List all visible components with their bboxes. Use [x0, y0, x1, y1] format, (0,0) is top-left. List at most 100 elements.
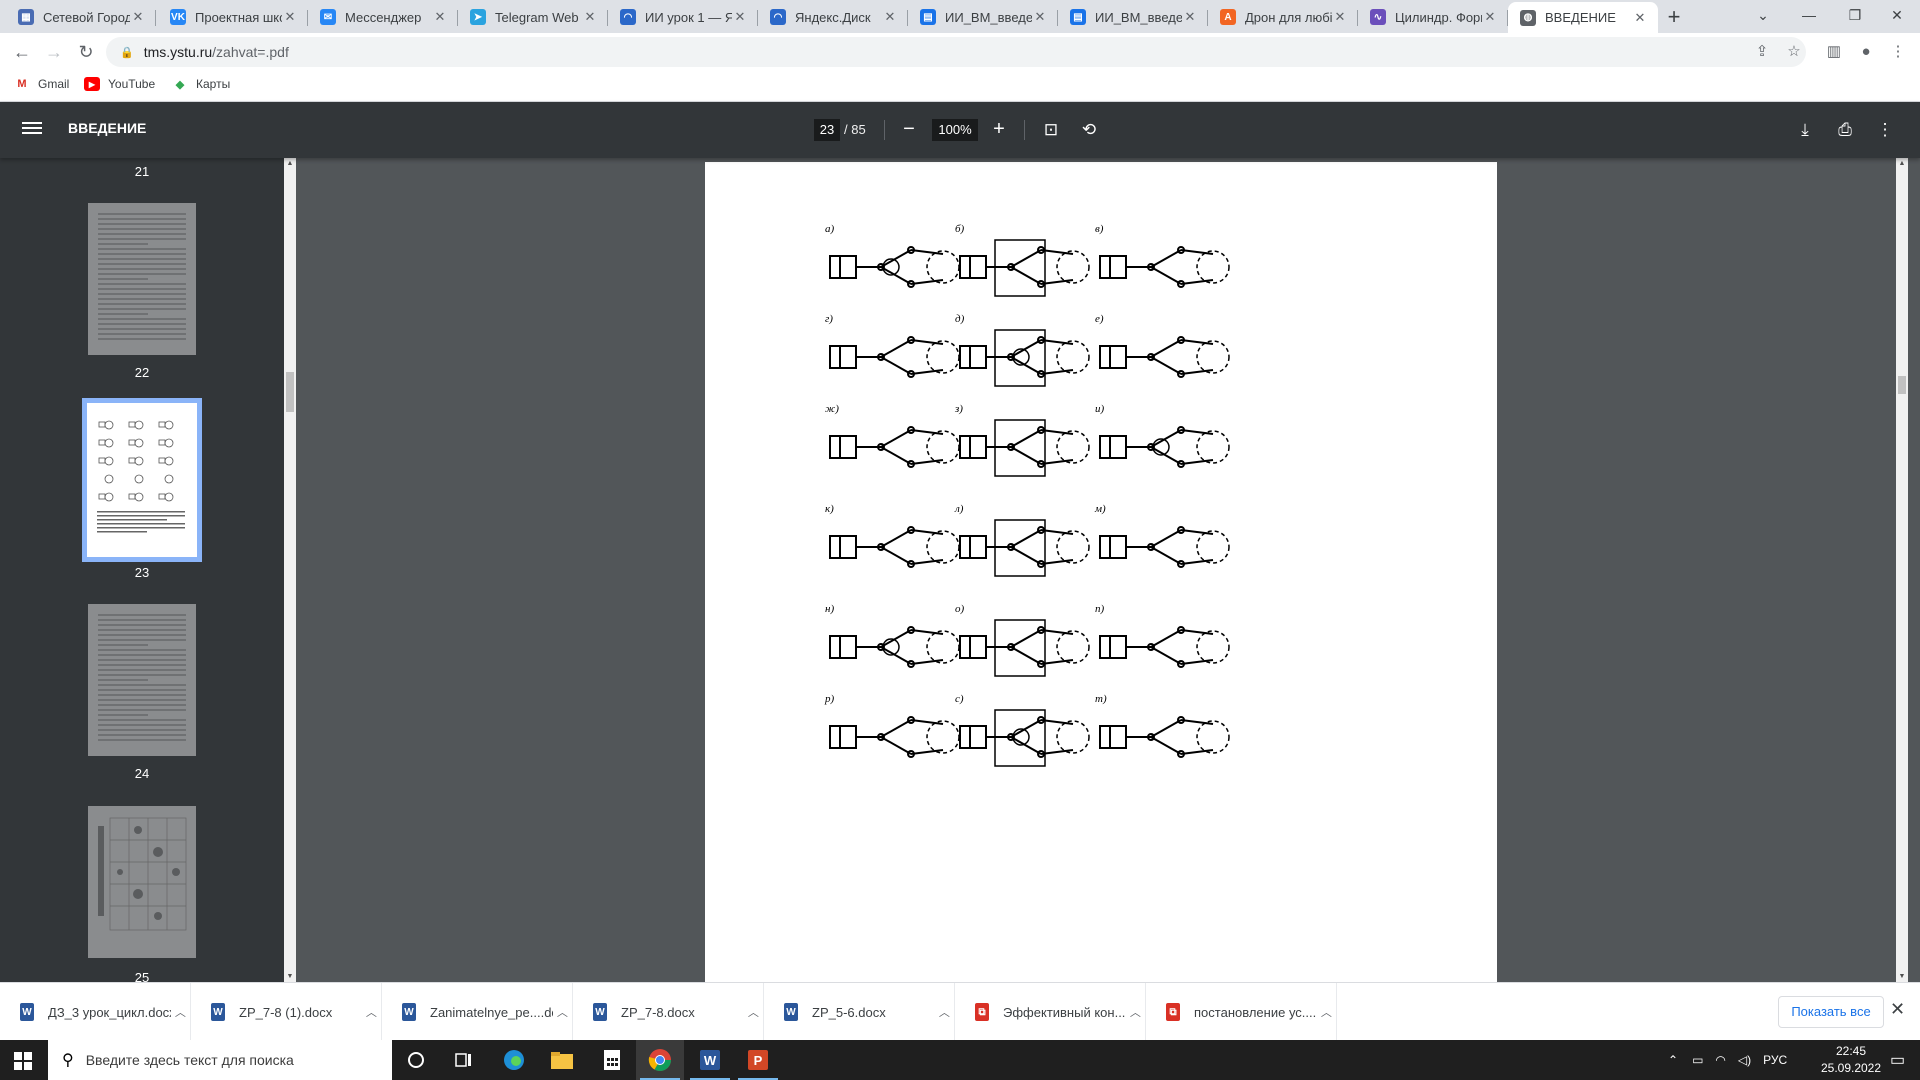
- download-item[interactable]: W ZP_5-6.docx ︿: [764, 983, 955, 1041]
- tab-9[interactable]: A Дрон для любі ✕: [1208, 2, 1358, 32]
- volume-icon[interactable]: ◁): [1738, 1053, 1751, 1067]
- rotate-icon[interactable]: ⟲: [1076, 117, 1102, 143]
- scroll-down-icon[interactable]: ▼: [1896, 973, 1908, 980]
- bookmark-maps[interactable]: ◆ Карты: [172, 77, 230, 91]
- close-icon[interactable]: ✕: [1890, 999, 1905, 1020]
- side-panel-icon[interactable]: ▥: [1820, 38, 1848, 66]
- tab-close-icon[interactable]: ✕: [882, 9, 898, 25]
- bookmark-youtube[interactable]: ▶ YouTube: [84, 77, 155, 91]
- tab-close-icon[interactable]: ✕: [282, 9, 298, 25]
- tab-6[interactable]: ◠ Яндекс.Диск ✕: [758, 2, 908, 32]
- chevron-up-icon[interactable]: ︿: [1317, 1004, 1336, 1020]
- tab-4[interactable]: ➤ Telegram Web ✕: [458, 2, 608, 32]
- chevron-up-icon[interactable]: ︿: [935, 1004, 954, 1020]
- tab-close-icon[interactable]: ✕: [1482, 9, 1498, 25]
- gripper-schemes-figure: а) б) в) г) д) е) ж) з) и) к) л) м) н) о) п) р) с) т): [824, 223, 1230, 767]
- thumbnail-page-23[interactable]: [82, 398, 202, 562]
- thumbnail-page-25[interactable]: [88, 806, 196, 958]
- download-item[interactable]: W Zanimatelnye_pe....docx︿: [382, 983, 573, 1041]
- reload-button[interactable]: ↻: [72, 38, 100, 66]
- battery-icon[interactable]: ▭: [1692, 1053, 1703, 1067]
- windows-start-icon[interactable]: [14, 1052, 32, 1070]
- tab-10[interactable]: ∿ Цилиндр. Форм ✕: [1358, 2, 1508, 32]
- tab-title: Дрон для любі: [1245, 9, 1332, 25]
- new-tab-button[interactable]: +: [1660, 4, 1688, 30]
- tab-search-icon[interactable]: ⌄: [1740, 0, 1786, 30]
- clock[interactable]: 22:45 25.09.2022: [1816, 1043, 1886, 1077]
- chevron-up-icon[interactable]: ︿: [1126, 1004, 1145, 1020]
- powerpoint-icon[interactable]: P: [734, 1040, 782, 1080]
- scheme-label: з): [954, 403, 963, 415]
- tab-close-icon[interactable]: ✕: [1632, 10, 1648, 26]
- more-vert-icon[interactable]: ⋮: [1872, 117, 1898, 143]
- page-scroll-thumb[interactable]: [1898, 376, 1906, 394]
- maximize-button[interactable]: ❐: [1832, 0, 1878, 30]
- task-view-icon[interactable]: [440, 1040, 488, 1080]
- chrome-icon[interactable]: [636, 1040, 684, 1080]
- scroll-down-icon[interactable]: ▼: [284, 973, 296, 980]
- fit-page-icon[interactable]: ⊡: [1038, 117, 1064, 143]
- minus-icon[interactable]: −: [896, 116, 922, 142]
- taskbar-search-input[interactable]: ⚲ Введите здесь текст для поиска: [48, 1040, 392, 1080]
- download-item[interactable]: W ДЗ_3 урок_цикл.docx ︿: [0, 983, 191, 1041]
- scroll-up-icon[interactable]: ▲: [1896, 160, 1908, 167]
- tab-1[interactable]: ▦ Сетевой Город. ✕: [6, 2, 156, 32]
- download-icon[interactable]: ⤓: [1792, 117, 1818, 143]
- back-button[interactable]: ←: [8, 38, 36, 66]
- download-item[interactable]: W ZP_7-8.docx ︿: [573, 983, 764, 1041]
- print-icon[interactable]: ⎙: [1832, 117, 1858, 143]
- tab-close-icon[interactable]: ✕: [130, 9, 146, 25]
- tab-close-icon[interactable]: ✕: [582, 9, 598, 25]
- tab-7[interactable]: ▤ ИИ_ВМ_введен ✕: [908, 2, 1058, 32]
- tab-close-icon[interactable]: ✕: [1332, 9, 1348, 25]
- calculator-icon[interactable]: [588, 1040, 636, 1080]
- bookmark-star-icon[interactable]: ☆: [1780, 38, 1808, 66]
- tab-3[interactable]: ✉ Мессенджер ✕: [308, 2, 458, 32]
- cortana-icon[interactable]: [392, 1040, 440, 1080]
- chevron-up-icon[interactable]: ︿: [171, 1004, 190, 1020]
- tab-close-icon[interactable]: ✕: [1032, 9, 1048, 25]
- wifi-icon[interactable]: ◠: [1715, 1053, 1725, 1067]
- chevron-up-icon[interactable]: ︿: [553, 1004, 572, 1020]
- share-icon[interactable]: ⇪: [1748, 38, 1776, 66]
- tab-8[interactable]: ▤ ИИ_ВМ_введен ✕: [1058, 2, 1208, 32]
- minimize-button[interactable]: —: [1786, 0, 1832, 30]
- download-item[interactable]: W ZP_7-8 (1).docx ︿: [191, 983, 382, 1041]
- thumbnail-page-24[interactable]: [88, 604, 196, 756]
- download-item[interactable]: ⧉ Эффективный кон....pdf︿: [955, 983, 1146, 1041]
- sidebar-scrollbar[interactable]: ▲ ▼: [284, 158, 296, 982]
- gripper-scheme: [959, 619, 1090, 677]
- tab-5[interactable]: ◠ ИИ урок 1 — Я ✕: [608, 2, 758, 32]
- sidebar-scroll-thumb[interactable]: [286, 372, 294, 412]
- chevron-up-icon[interactable]: ︿: [362, 1004, 381, 1020]
- show-hidden-icons[interactable]: ⌃: [1668, 1053, 1678, 1067]
- address-bar[interactable]: 🔒 tms.ystu.ru/zahvat=.pdf: [106, 37, 1806, 67]
- profile-avatar-icon[interactable]: ●: [1852, 38, 1880, 66]
- browser-menu-icon[interactable]: ⋮: [1884, 38, 1912, 66]
- tab-close-icon[interactable]: ✕: [1182, 9, 1198, 25]
- tab-11[interactable]: ◍ ВВЕДЕНИЕ ✕: [1508, 2, 1658, 33]
- menu-icon[interactable]: [22, 119, 42, 139]
- tab-close-icon[interactable]: ✕: [432, 9, 448, 25]
- chevron-up-icon[interactable]: ︿: [744, 1004, 763, 1020]
- thumbnail-page-22[interactable]: [88, 203, 196, 355]
- forward-button[interactable]: →: [40, 38, 68, 66]
- plus-icon[interactable]: +: [986, 116, 1012, 142]
- file-explorer-icon[interactable]: [538, 1040, 586, 1080]
- tab-close-icon[interactable]: ✕: [732, 9, 748, 25]
- thumbnail-text-line: [98, 318, 186, 320]
- download-item[interactable]: ⧉ постановление ус....pdf︿: [1146, 983, 1337, 1041]
- tab-2[interactable]: VK Проектная шко ✕: [158, 2, 308, 32]
- notifications-icon[interactable]: ▭: [1890, 1040, 1905, 1080]
- search-icon: ⚲: [62, 1052, 74, 1069]
- edge-icon[interactable]: [490, 1040, 538, 1080]
- show-all-downloads-button[interactable]: Показать все: [1778, 996, 1884, 1028]
- word-icon[interactable]: W: [686, 1040, 734, 1080]
- bookmark-gmail[interactable]: M Gmail: [14, 77, 69, 91]
- page-scrollbar[interactable]: ▲ ▼: [1896, 158, 1908, 982]
- language-indicator[interactable]: РУС: [1763, 1053, 1787, 1067]
- scroll-up-icon[interactable]: ▲: [284, 160, 296, 167]
- close-window-button[interactable]: ✕: [1874, 0, 1920, 30]
- zoom-input[interactable]: 100%: [932, 119, 978, 141]
- page-number-input[interactable]: 23: [814, 119, 840, 141]
